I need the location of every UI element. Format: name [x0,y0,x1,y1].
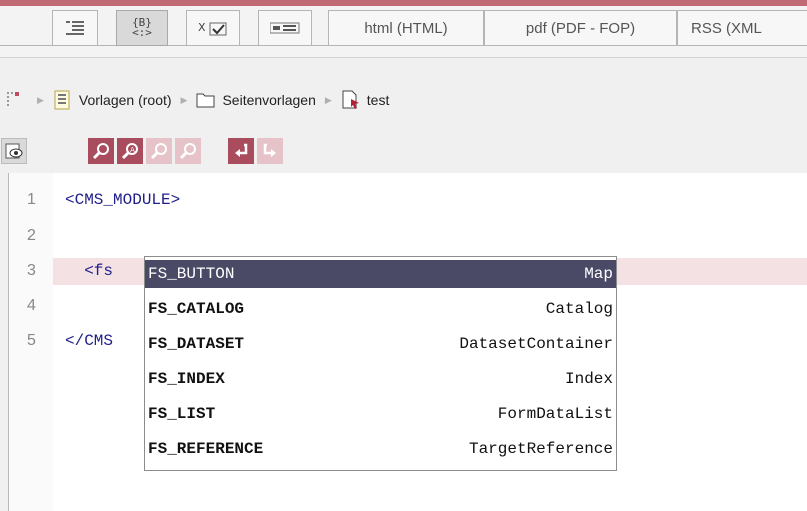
code-line: <CMS_MODULE> [65,191,181,209]
template-tab-bar: {B} <:> X html (HTML) pdf (PDF - FOP) RSS… [0,0,807,58]
preview-form-icon [270,22,300,34]
autocomplete-option-fs-catalog[interactable]: FS_CATALOG Catalog [145,295,616,323]
code-line: <fs [65,262,114,280]
svg-text:A: A [130,146,135,154]
autocomplete-option-fs-reference[interactable]: FS_REFERENCE TargetReference [145,435,616,463]
checkbox-form-icon: X [198,21,227,36]
tab-form[interactable]: X [186,10,240,46]
tree-root-icon[interactable] [6,89,28,111]
svg-text:X: X [198,21,206,34]
tab-bar-accent-line [0,0,807,6]
line-number: 2 [27,227,36,244]
tab-rss[interactable]: RSS (XML [677,10,807,46]
autocomplete-popup: FS_BUTTON Map FS_CATALOG Catalog FS_DATA… [144,256,617,471]
line-number: 1 [27,191,36,208]
template-folder-icon [54,90,70,110]
autocomplete-option-fs-button[interactable]: FS_BUTTON Map [145,260,616,288]
line-number: 5 [27,332,36,349]
outline-icon [66,21,84,35]
chevron-right-icon: ▶ [180,94,188,105]
find-next-button[interactable] [146,138,172,164]
redo-icon [263,143,276,157]
redo-button[interactable] [257,138,283,164]
view-icon [5,143,23,159]
tab-html[interactable]: html (HTML) [328,10,484,46]
line-number: 3 [27,262,36,279]
search-icon [92,143,109,160]
preview-button[interactable] [1,138,27,164]
code-braces-icon: {B} <:> [132,16,152,39]
find-prev-icon [179,143,196,160]
search-replace-button[interactable]: A [117,138,143,164]
breadcrumb-item-vorlagen[interactable]: Vorlagen (root) [53,90,172,110]
breadcrumb-item-seitenvorlagen[interactable]: Seitenvorlagen [196,91,316,109]
line-number: 4 [27,297,36,314]
autocomplete-option-fs-index[interactable]: FS_INDEX Index [145,365,616,393]
tab-pdf[interactable]: pdf (PDF - FOP) [484,10,677,46]
tab-outline[interactable] [52,10,98,46]
search-button[interactable] [88,138,114,164]
find-prev-button[interactable] [175,138,201,164]
chevron-right-icon: ▶ [324,94,332,105]
autocomplete-option-fs-dataset[interactable]: FS_DATASET DatasetContainer [145,330,616,358]
autocomplete-option-fs-list[interactable]: FS_LIST FormDataList [145,400,616,428]
page-template-icon [342,90,359,109]
find-next-icon [150,143,167,160]
folder-icon [196,93,215,108]
tab-preview[interactable] [258,10,312,46]
chevron-right-icon: ▶ [37,94,44,105]
undo-button[interactable] [228,138,254,164]
tab-code[interactable]: {B} <:> [116,10,168,46]
editor-toolbar: A [0,136,807,172]
undo-icon [235,143,248,157]
code-line: </CMS [65,332,114,350]
breadcrumb-item-test[interactable]: test [341,90,389,110]
breadcrumb: ▶ Vorlagen (root) ▶ Seitenvorlagen ▶ tes… [0,80,807,120]
search-replace-icon: A [121,143,138,160]
